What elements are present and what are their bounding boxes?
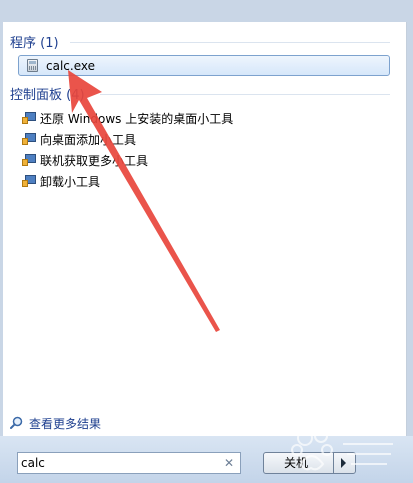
shutdown-options-button[interactable] xyxy=(333,452,356,474)
control-panel-item-add-gadgets[interactable]: 向桌面添加小工具 xyxy=(22,130,382,148)
control-panel-item-restore-gadgets[interactable]: 还原 Windows 上安装的桌面小工具 xyxy=(22,109,382,127)
section-divider xyxy=(70,42,390,43)
programs-heading: 程序 (1) xyxy=(10,36,59,51)
gadget-icon xyxy=(22,112,36,124)
gadget-icon xyxy=(22,133,36,145)
control-panel-item-uninstall-gadgets[interactable]: 卸载小工具 xyxy=(22,172,382,190)
control-panel-item-get-more-gadgets[interactable]: 联机获取更多小工具 xyxy=(22,151,382,169)
program-item-label: calc.exe xyxy=(46,59,95,73)
shutdown-button-group: 关机 xyxy=(263,452,356,474)
see-more-results-label: 查看更多结果 xyxy=(29,417,102,431)
control-panel-heading: 控制面板 (4) xyxy=(10,88,85,103)
see-more-results-link[interactable]: 查看更多结果 xyxy=(10,414,210,432)
list-item-label: 向桌面添加小工具 xyxy=(40,133,137,147)
shutdown-button[interactable]: 关机 xyxy=(263,452,334,474)
chevron-right-icon xyxy=(341,458,346,468)
calculator-icon xyxy=(27,59,38,72)
search-input[interactable] xyxy=(21,455,211,471)
program-item-calc[interactable]: calc.exe xyxy=(18,55,390,76)
section-divider xyxy=(100,94,390,95)
search-icon xyxy=(10,416,23,429)
gadget-icon xyxy=(22,154,36,166)
list-item-label: 联机获取更多小工具 xyxy=(40,154,149,168)
list-item-label: 卸载小工具 xyxy=(40,175,101,189)
gadget-icon xyxy=(22,175,36,187)
search-box[interactable]: ✕ xyxy=(17,452,241,474)
close-icon[interactable]: ✕ xyxy=(224,455,234,471)
list-item-label: 还原 Windows 上安装的桌面小工具 xyxy=(40,112,234,126)
